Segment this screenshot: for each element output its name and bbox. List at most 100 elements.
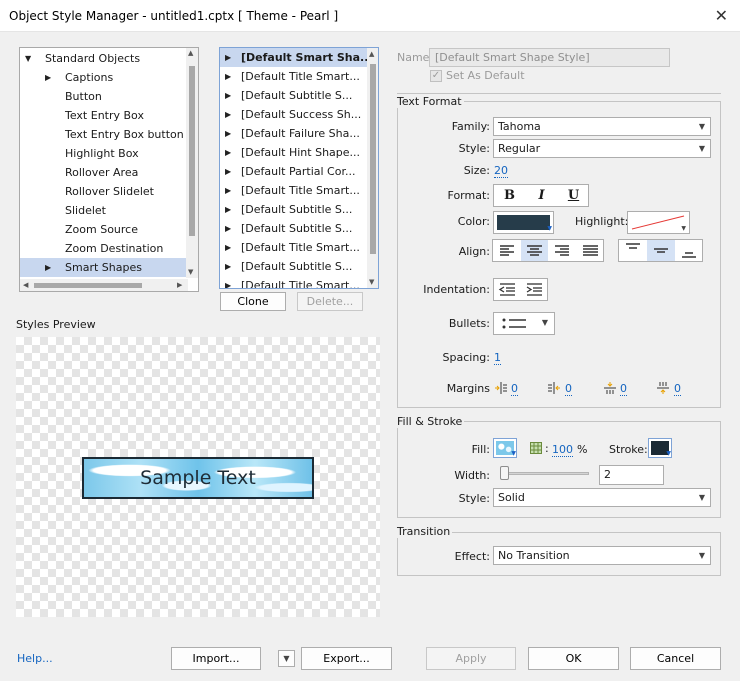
styles-scroll-thumb[interactable] [370, 64, 376, 254]
bold-button[interactable]: B [494, 185, 525, 206]
styles-list[interactable]: ▶ [Default Smart Sha... ▶ [Default Title Sm… [219, 47, 379, 289]
stroke-style-dropdown[interactable]: Solid ▼ [493, 488, 711, 507]
margin-bottom-value[interactable]: 0 [674, 382, 681, 396]
delete-button[interactable]: Delete... [297, 292, 363, 311]
tree-item[interactable]: Rollover Area [20, 163, 188, 182]
tree-item[interactable]: Zoom Source [20, 220, 188, 239]
tree-item[interactable]: Slidelet [20, 201, 188, 220]
collapsed-arrow-icon[interactable]: ▶ [45, 258, 51, 277]
tree-item[interactable]: Button [20, 87, 188, 106]
style-list-item[interactable]: ▶ [Default Success Sh... [220, 105, 368, 124]
tree-horizontal-scrollbar[interactable]: ◀ ▶ [20, 279, 188, 291]
apply-button[interactable]: Apply [426, 647, 516, 670]
tree-hscroll-thumb[interactable] [34, 283, 142, 288]
fill-opacity-value[interactable]: 100 [552, 443, 573, 457]
collapsed-arrow-icon[interactable]: ▶ [225, 86, 231, 105]
tree-item[interactable]: ▶ Smart Shapes [20, 258, 188, 277]
italic-button[interactable]: I [526, 185, 557, 206]
styles-vertical-scrollbar[interactable]: ▲ ▼ [367, 48, 378, 288]
set-as-default-checkbox[interactable]: ✓ [430, 70, 442, 82]
import-options-dropdown[interactable]: ▼ [278, 650, 295, 667]
expanded-arrow-icon[interactable]: ▼ [25, 49, 31, 68]
style-list-item[interactable]: ▶ [Default Subtitle S... [220, 200, 368, 219]
style-list-item[interactable]: ▶ [Default Title Smart... [220, 238, 368, 257]
outdent-icon[interactable] [494, 279, 521, 300]
text-color-swatch[interactable]: ▼ [493, 211, 554, 234]
font-size-value[interactable]: 20 [494, 164, 508, 178]
collapsed-arrow-icon[interactable]: ▶ [225, 105, 231, 124]
margin-top-value[interactable]: 0 [620, 382, 627, 396]
scroll-down-arrow-icon[interactable]: ▼ [188, 268, 193, 277]
effect-dropdown[interactable]: No Transition ▼ [493, 546, 711, 565]
align-bottom-icon[interactable] [675, 240, 703, 261]
clone-button[interactable]: Clone [220, 292, 286, 311]
collapsed-arrow-icon[interactable]: ▶ [225, 48, 231, 67]
style-list-item[interactable]: ▶ [Default Partial Cor... [220, 162, 368, 181]
collapsed-arrow-icon[interactable]: ▶ [225, 67, 231, 86]
close-icon[interactable]: ✕ [715, 6, 728, 25]
collapsed-arrow-icon[interactable]: ▶ [225, 200, 231, 219]
style-list-item[interactable]: ▶ [Default Hint Shape... [220, 143, 368, 162]
font-style-dropdown[interactable]: Regular ▼ [493, 139, 711, 158]
export-button[interactable]: Export... [301, 647, 392, 670]
fill-texture-swatch[interactable]: ▼ [493, 438, 517, 458]
bullets-dropdown[interactable]: ▼ [493, 312, 555, 335]
align-right-icon[interactable] [549, 240, 576, 261]
tree-vertical-scrollbar[interactable]: ▲ ▼ [186, 48, 198, 278]
highlight-color-swatch[interactable]: ▼ [627, 211, 690, 234]
collapsed-arrow-icon[interactable]: ▶ [225, 257, 231, 276]
tree-item[interactable]: Zoom Destination [20, 239, 188, 258]
collapsed-arrow-icon[interactable]: ▶ [225, 238, 231, 257]
tree-item[interactable]: Rollover Slidelet [20, 182, 188, 201]
style-list-item[interactable]: ▶ [Default Title Smart... [220, 181, 368, 200]
help-link[interactable]: Help... [17, 652, 53, 665]
stroke-color-swatch[interactable]: ▼ [648, 438, 672, 458]
tree-item[interactable]: Text Entry Box button [20, 125, 188, 144]
tree-scroll-thumb[interactable] [189, 66, 195, 236]
import-button[interactable]: Import... [171, 647, 261, 670]
spacing-value[interactable]: 1 [494, 351, 501, 365]
scroll-down-arrow-icon[interactable]: ▼ [369, 278, 374, 287]
align-left-icon[interactable] [493, 240, 520, 261]
style-item-label: [Default Title Smart... [241, 279, 360, 289]
style-list-item[interactable]: ▶ [Default Subtitle S... [220, 257, 368, 276]
style-list-item[interactable]: ▶ [Default Title Smart... [220, 67, 368, 86]
tree-item[interactable]: ▶ Captions [20, 68, 188, 87]
style-list-item[interactable]: ▶ [Default Failure Sha... [220, 124, 368, 143]
collapsed-arrow-icon[interactable]: ▶ [45, 68, 51, 87]
align-middle-button[interactable] [647, 240, 675, 261]
indent-icon[interactable] [521, 279, 548, 300]
width-input[interactable]: 2 [599, 465, 664, 485]
margin-left-value[interactable]: 0 [511, 382, 518, 396]
cancel-button[interactable]: Cancel [630, 647, 721, 670]
style-list-item[interactable]: ▶ [Default Title Smart... [220, 276, 368, 289]
collapsed-arrow-icon[interactable]: ▶ [225, 276, 231, 288]
spacing-label: Spacing: [442, 351, 490, 364]
collapsed-arrow-icon[interactable]: ▶ [225, 143, 231, 162]
name-input[interactable]: [Default Smart Shape Style] [429, 48, 670, 67]
margin-right-value[interactable]: 0 [565, 382, 572, 396]
scroll-up-arrow-icon[interactable]: ▲ [369, 50, 374, 59]
ok-button[interactable]: OK [528, 647, 619, 670]
scroll-left-arrow-icon[interactable]: ◀ [23, 281, 28, 290]
style-list-item[interactable]: ▶ [Default Subtitle S... [220, 86, 368, 105]
width-slider-thumb[interactable] [500, 466, 509, 480]
object-type-tree[interactable]: ▼ Standard Objects ▶ Captions Button Text Ent… [19, 47, 199, 292]
font-family-dropdown[interactable]: Tahoma ▼ [493, 117, 711, 136]
tree-item[interactable]: ▼ Standard Objects [20, 49, 188, 68]
style-list-item[interactable]: ▶ [Default Subtitle S... [220, 219, 368, 238]
tree-item[interactable]: Text Entry Box [20, 106, 188, 125]
collapsed-arrow-icon[interactable]: ▶ [225, 162, 231, 181]
align-justify-icon[interactable] [577, 240, 604, 261]
scroll-up-arrow-icon[interactable]: ▲ [188, 49, 193, 58]
collapsed-arrow-icon[interactable]: ▶ [225, 219, 231, 238]
width-slider-track[interactable] [503, 472, 589, 475]
align-top-icon[interactable] [619, 240, 647, 261]
align-center-button[interactable] [521, 240, 548, 261]
style-list-item[interactable]: ▶ [Default Smart Sha... [220, 48, 373, 67]
collapsed-arrow-icon[interactable]: ▶ [225, 181, 231, 200]
scroll-right-arrow-icon[interactable]: ▶ [177, 281, 182, 290]
tree-item[interactable]: Highlight Box [20, 144, 188, 163]
underline-button[interactable]: U [558, 185, 589, 206]
collapsed-arrow-icon[interactable]: ▶ [225, 124, 231, 143]
